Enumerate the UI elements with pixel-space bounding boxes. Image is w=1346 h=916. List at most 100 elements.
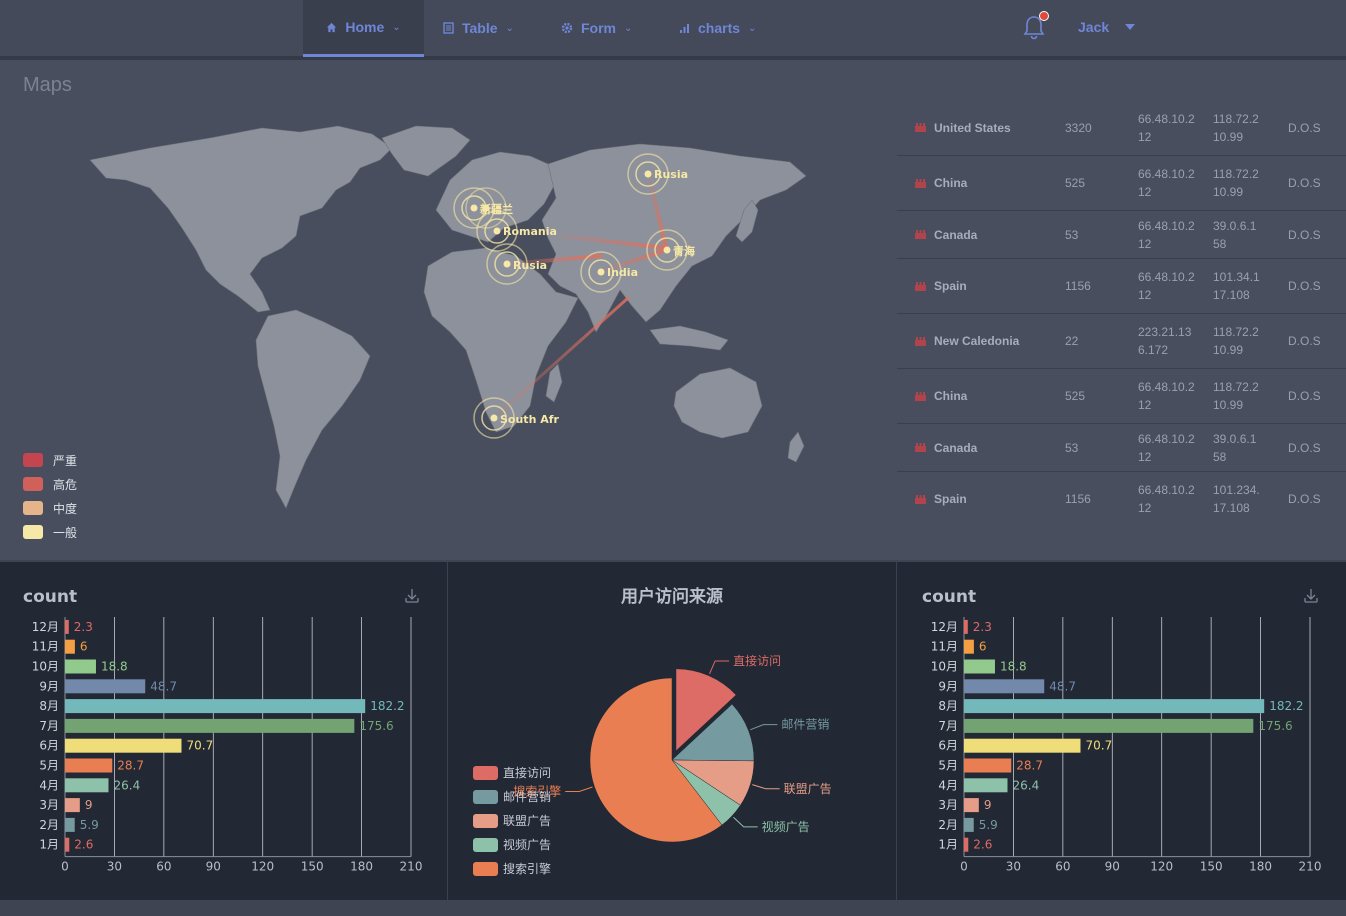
table-row[interactable]: Canada 53 66.48.10.212 39.0.6.158 D.O.S bbox=[897, 211, 1346, 259]
bar[interactable] bbox=[65, 817, 75, 832]
source-ip-cell: 223.21.136.172 bbox=[1138, 325, 1192, 357]
bar[interactable] bbox=[964, 738, 1081, 753]
legend-label: 一般 bbox=[53, 525, 78, 540]
table-row[interactable]: China 525 66.48.10.212 118.72.210.99 D.O… bbox=[897, 156, 1346, 211]
bar[interactable] bbox=[964, 798, 979, 813]
bar[interactable] bbox=[964, 679, 1045, 694]
table-row[interactable]: Canada 53 66.48.10.212 39.0.6.158 D.O.S bbox=[897, 424, 1346, 472]
bar[interactable] bbox=[964, 837, 969, 852]
nav-home[interactable]: Home ⌄ bbox=[303, 0, 424, 57]
legend-item-severe[interactable]: 严重 bbox=[23, 448, 77, 472]
footer-bar bbox=[0, 900, 1346, 916]
bar[interactable] bbox=[65, 758, 113, 773]
x-tick-label: 150 bbox=[1200, 860, 1223, 874]
new-zealand bbox=[787, 431, 805, 463]
bar-value-label: 26.4 bbox=[1012, 778, 1039, 792]
count-cell: 53 bbox=[1065, 440, 1079, 455]
y-tick-label: 4月 bbox=[39, 778, 59, 792]
user-name: Jack bbox=[1078, 19, 1110, 35]
bar-chart: count 0 30 60 90 120 150 180 210 1月 2.6 2月 5.9 3月 9 4月… bbox=[922, 587, 1321, 874]
x-tick-label: 180 bbox=[350, 860, 373, 874]
bar[interactable] bbox=[964, 778, 1008, 793]
legend-item-general[interactable]: 一般 bbox=[23, 520, 77, 544]
legend-label: 高危 bbox=[53, 477, 78, 492]
bar-value-label: 182.2 bbox=[1269, 699, 1303, 713]
country-name: China bbox=[934, 389, 968, 403]
country-cell: China bbox=[915, 156, 967, 210]
y-tick-label: 8月 bbox=[938, 699, 958, 713]
y-tick-label: 3月 bbox=[938, 798, 958, 812]
y-tick-label: 11月 bbox=[32, 640, 59, 654]
server-icon bbox=[915, 178, 926, 188]
y-tick-label: 9月 bbox=[39, 679, 59, 693]
continents bbox=[89, 125, 807, 509]
server-icon bbox=[915, 230, 926, 239]
table-row[interactable]: Spain 1156 66.48.10.212 101.234.17.108 D… bbox=[897, 472, 1346, 526]
bar[interactable] bbox=[964, 619, 968, 634]
y-tick-label: 8月 bbox=[39, 699, 59, 713]
country-name: China bbox=[934, 176, 968, 190]
bar[interactable] bbox=[65, 699, 366, 714]
legend-label: 搜索引擎 bbox=[503, 861, 551, 876]
legend-label: 中度 bbox=[53, 501, 78, 516]
count-cell: 525 bbox=[1065, 389, 1086, 403]
nav-table[interactable]: Table ⌄ bbox=[443, 0, 514, 56]
x-tick-label: 60 bbox=[1055, 860, 1070, 874]
bar[interactable] bbox=[65, 639, 75, 654]
bar[interactable] bbox=[65, 837, 70, 852]
bar-value-label: 6 bbox=[979, 640, 987, 654]
y-tick-label: 6月 bbox=[938, 739, 958, 753]
country-cell: China bbox=[915, 369, 967, 423]
server-icon bbox=[915, 494, 926, 504]
legend-item-medium[interactable]: 中度 bbox=[23, 496, 77, 520]
country-name: Spain bbox=[934, 279, 967, 293]
pie-label-line bbox=[565, 786, 593, 793]
legend-swatch[interactable] bbox=[473, 814, 498, 828]
download-icon[interactable] bbox=[1304, 589, 1318, 603]
bar[interactable] bbox=[65, 798, 80, 813]
legend-swatch[interactable] bbox=[473, 790, 498, 804]
y-tick-label: 1月 bbox=[938, 838, 958, 852]
legend-item-high[interactable]: 高危 bbox=[23, 472, 77, 496]
bar-value-label: 2.6 bbox=[973, 838, 992, 852]
table-row[interactable]: New Caledonia 22 223.21.136.172 118.72.2… bbox=[897, 314, 1346, 369]
user-menu[interactable]: Jack bbox=[1078, 19, 1136, 35]
x-tick-label: 180 bbox=[1249, 860, 1272, 874]
bar[interactable] bbox=[65, 718, 355, 733]
bar[interactable] bbox=[964, 639, 974, 654]
count-cell: 1156 bbox=[1065, 279, 1091, 293]
bar[interactable] bbox=[964, 718, 1254, 733]
nav-form[interactable]: Form ⌄ bbox=[561, 0, 632, 56]
x-tick-label: 0 bbox=[61, 860, 69, 874]
table-row[interactable]: United States 3320 66.48.10.212 118.72.2… bbox=[897, 100, 1346, 156]
bar-value-label: 28.7 bbox=[1016, 759, 1043, 773]
table-row[interactable]: Spain 1156 66.48.10.212 101.34.117.108 D… bbox=[897, 259, 1346, 314]
target-ip-cell: 118.72.210.99 bbox=[1213, 167, 1259, 199]
bar[interactable] bbox=[65, 679, 146, 694]
legend-swatch[interactable] bbox=[473, 862, 498, 876]
country-cell: Spain bbox=[915, 472, 967, 526]
table-row[interactable]: China 525 66.48.10.212 118.72.210.99 D.O… bbox=[897, 369, 1346, 424]
nav-charts[interactable]: charts ⌄ bbox=[679, 0, 756, 56]
bar[interactable] bbox=[65, 619, 69, 634]
bar-value-label: 28.7 bbox=[117, 759, 144, 773]
bar[interactable] bbox=[964, 659, 995, 674]
bar[interactable] bbox=[964, 817, 974, 832]
legend-swatch[interactable] bbox=[473, 838, 498, 852]
bar[interactable] bbox=[65, 659, 96, 674]
caret-down-icon bbox=[1125, 24, 1136, 30]
notification-bell[interactable] bbox=[1022, 11, 1049, 40]
bar-value-label: 48.7 bbox=[150, 679, 177, 693]
attack-type-cell: D.O.S bbox=[1288, 176, 1321, 190]
bar[interactable] bbox=[65, 778, 109, 793]
world-map[interactable]: Rusia 新疆兰 Romania Rusia India 青海 South A… bbox=[0, 60, 897, 560]
chevron-down-icon: ⌄ bbox=[748, 22, 757, 34]
bar[interactable] bbox=[964, 758, 1012, 773]
pie-chart: 用户访问来源 直接访问邮件营销联盟广告视频广告搜索引擎 直接访问邮件营销联盟广告… bbox=[473, 586, 832, 876]
bar[interactable] bbox=[65, 738, 182, 753]
marker-label: Rusia bbox=[513, 259, 547, 272]
download-icon[interactable] bbox=[405, 589, 419, 603]
y-tick-label: 5月 bbox=[39, 759, 59, 773]
bar[interactable] bbox=[964, 699, 1265, 714]
legend-swatch[interactable] bbox=[473, 766, 498, 780]
